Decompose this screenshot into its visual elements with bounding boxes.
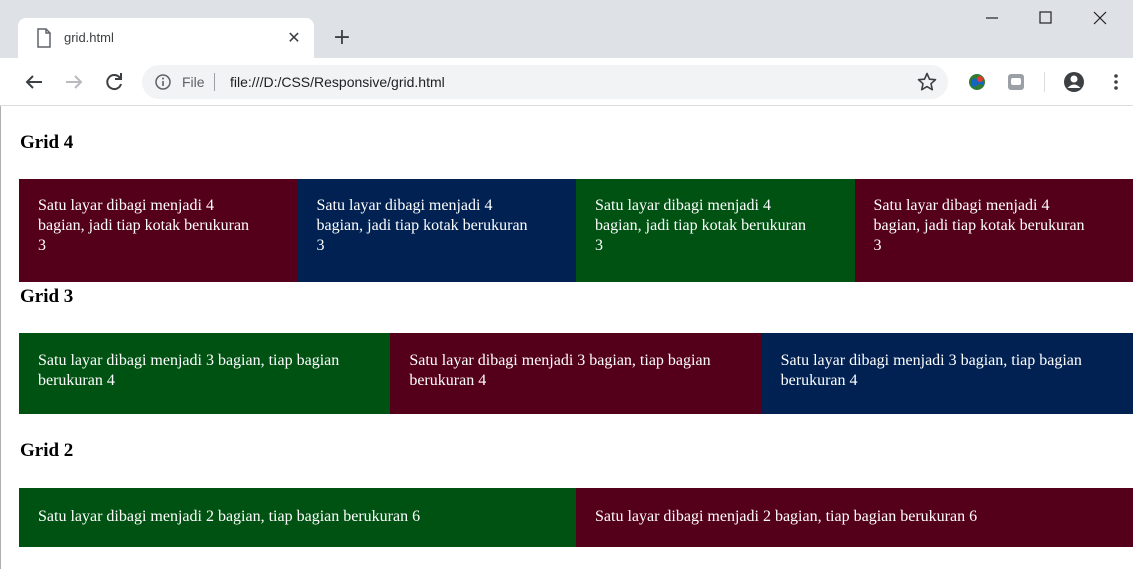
forward-arrow-icon[interactable] <box>62 70 86 94</box>
profile-icon[interactable] <box>1062 70 1086 94</box>
grid-3-cell-2: Satu layar dibagi menjadi 3 bagian, tiap… <box>390 333 762 414</box>
grid-4-cell-4: Satu layar dibagi menjadi 4 bagian, jadi… <box>854 179 1133 282</box>
close-window-icon[interactable] <box>1085 8 1115 28</box>
section-heading-grid-4: Grid 4 <box>20 132 74 153</box>
grid-4-cell-1: Satu layar dibagi menjadi 4 bagian, jadi… <box>19 179 298 282</box>
maximize-icon[interactable] <box>1030 8 1060 28</box>
extension-chat-icon[interactable] <box>1005 71 1027 93</box>
grid-4-row: Satu layar dibagi menjadi 4 bagian, jadi… <box>19 179 1133 282</box>
grid-4-cell-2: Satu layar dibagi menjadi 4 bagian, jadi… <box>297 179 576 282</box>
page-content: Grid 4 Satu layar dibagi menjadi 4 bagia… <box>0 106 1133 569</box>
toolbar-divider <box>1044 72 1045 92</box>
tab-strip: grid.html ✕ + <box>0 0 1133 58</box>
extension-globe-icon[interactable] <box>966 71 988 93</box>
page-icon <box>36 28 52 48</box>
section-heading-grid-2: Grid 2 <box>20 440 74 461</box>
back-arrow-icon[interactable] <box>22 70 46 94</box>
tab-title: grid.html <box>64 30 114 45</box>
section-heading-grid-3: Grid 3 <box>20 286 74 307</box>
new-tab-icon[interactable]: + <box>330 26 354 50</box>
scheme-label: File <box>182 74 205 90</box>
address-bar[interactable]: File file:///D:/CSS/Responsive/grid.html <box>142 65 948 99</box>
menu-dots-icon[interactable] <box>1104 70 1128 94</box>
grid-3-row: Satu layar dibagi menjadi 3 bagian, tiap… <box>19 333 1133 414</box>
grid-2-cell-2: Satu layar dibagi menjadi 2 bagian, tiap… <box>576 488 1133 547</box>
window-controls <box>973 0 1133 32</box>
info-icon[interactable] <box>155 74 171 90</box>
grid-4-cell-3: Satu layar dibagi menjadi 4 bagian, jadi… <box>576 179 855 282</box>
url-text[interactable]: file:///D:/CSS/Responsive/grid.html <box>230 74 445 90</box>
browser-window: grid.html ✕ + File file:///D:/CSS/Respon… <box>0 0 1133 569</box>
minimize-icon[interactable] <box>977 8 1007 28</box>
address-divider <box>214 73 215 91</box>
grid-2-row: Satu layar dibagi menjadi 2 bagian, tiap… <box>19 488 1133 547</box>
close-tab-icon[interactable]: ✕ <box>284 28 304 48</box>
grid-3-cell-3: Satu layar dibagi menjadi 3 bagian, tiap… <box>761 333 1133 414</box>
reload-icon[interactable] <box>102 70 126 94</box>
grid-3-cell-1: Satu layar dibagi menjadi 3 bagian, tiap… <box>19 333 391 414</box>
tab-grid-html[interactable]: grid.html ✕ <box>18 18 314 58</box>
grid-2-cell-1: Satu layar dibagi menjadi 2 bagian, tiap… <box>19 488 576 547</box>
browser-toolbar: File file:///D:/CSS/Responsive/grid.html <box>0 58 1133 106</box>
bookmark-star-icon[interactable] <box>916 71 938 93</box>
